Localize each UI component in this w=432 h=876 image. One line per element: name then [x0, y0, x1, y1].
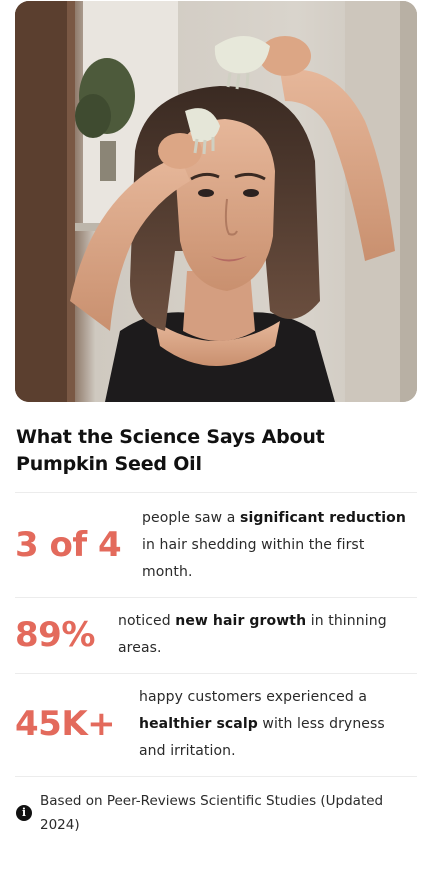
stat-value: 89%	[15, 615, 95, 655]
info-icon: i	[16, 805, 32, 821]
sources-footnote: i Based on Peer-Reviews Scientific Studi…	[16, 789, 396, 837]
stat-highlight: new hair growth	[175, 613, 307, 629]
stat-row-shedding: 3 of 4 people saw a significant reductio…	[15, 504, 417, 586]
section-title-line-1: What the Science Says About	[16, 426, 325, 448]
stat-text-part: people saw a	[142, 509, 241, 526]
stat-description: people saw a significant reduction in ha…	[142, 505, 414, 586]
divider	[15, 492, 417, 493]
section-title-line-2: Pumpkin Seed Oil	[16, 453, 202, 475]
stat-value: 45K+	[15, 704, 116, 744]
hero-photo-illustration	[15, 1, 417, 402]
stat-description: noticed new hair growth in thinning area…	[118, 608, 414, 662]
stat-highlight: significant reduction	[240, 509, 406, 526]
stat-value: 3 of 4	[15, 525, 122, 565]
stat-text-part: in hair shedding within the first month.	[142, 536, 365, 580]
stat-highlight: healthier scalp	[139, 715, 258, 732]
page: What the Science Says About Pumpkin Seed…	[0, 0, 432, 876]
divider	[15, 597, 417, 598]
section-title: What the Science Says About Pumpkin Seed…	[16, 424, 406, 478]
stat-row-growth: 89% noticed new hair growth in thinning …	[15, 607, 417, 663]
stat-text-part: noticed	[118, 613, 176, 629]
stat-row-scalp: 45K+ happy customers experienced a healt…	[15, 683, 417, 765]
stat-text-part: happy customers experienced a	[139, 688, 368, 705]
divider	[15, 776, 417, 777]
hero-image	[15, 1, 417, 402]
divider	[15, 673, 417, 674]
stat-description: happy customers experienced a healthier …	[139, 684, 415, 765]
footnote-text: Based on Peer-Reviews Scientific Studies…	[40, 793, 384, 833]
